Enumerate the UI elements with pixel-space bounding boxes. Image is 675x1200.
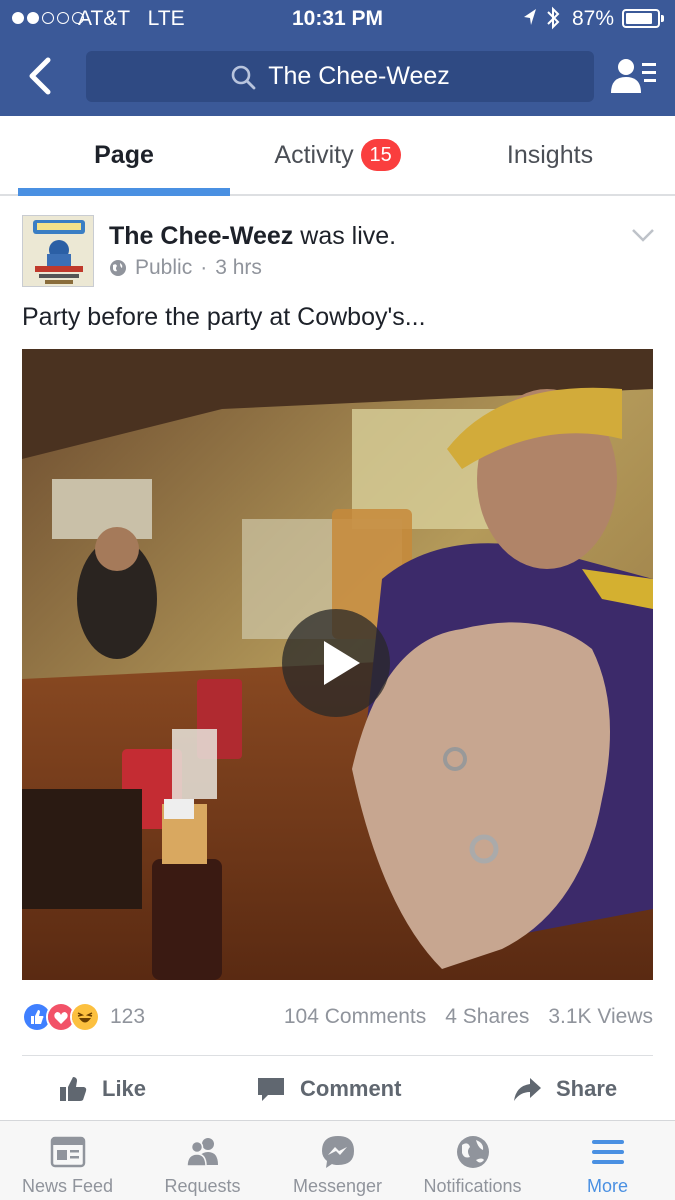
search-query: The Chee-Weez	[268, 62, 450, 90]
post-header: The Chee-Weez was live.	[109, 222, 396, 251]
comment-label: Comment	[300, 1076, 402, 1101]
battery-icon	[622, 9, 664, 28]
shares-count[interactable]: 4 Shares	[445, 1005, 529, 1029]
thumbs-up-icon	[60, 1077, 87, 1101]
nav-more[interactable]: More	[540, 1121, 675, 1200]
nav-notifications-label: Notifications	[423, 1176, 522, 1196]
play-icon	[324, 641, 360, 685]
comment-bubble-icon	[258, 1078, 284, 1101]
active-tab-indicator	[18, 188, 230, 196]
nav-notifications[interactable]: Notifications	[405, 1121, 540, 1200]
globe-icon	[456, 1136, 489, 1168]
tab-page[interactable]: Page	[18, 116, 230, 196]
haha-reaction-icon	[70, 1002, 100, 1032]
back-chevron-icon[interactable]	[20, 54, 60, 98]
comment-button[interactable]: Comment	[256, 1058, 401, 1120]
reactions-summary[interactable]: 123	[22, 1002, 145, 1032]
friends-icon	[185, 1138, 218, 1167]
status-bar: AT&T LTE 10:31 PM 87%	[0, 0, 675, 38]
page-tabs: Page Activity 15 Insights	[0, 116, 675, 196]
post-stats: 123 104 Comments 4 Shares 3.1K Views	[22, 1002, 653, 1036]
nav-news-feed[interactable]: News Feed	[0, 1121, 135, 1200]
tab-insights-label: Insights	[506, 140, 594, 169]
comments-count[interactable]: 104 Comments	[284, 1005, 426, 1029]
reactions-count: 123	[110, 1005, 146, 1028]
post-actions: Like Comment Share	[0, 1058, 675, 1120]
battery-percent: 87%	[572, 7, 615, 30]
like-button[interactable]: Like	[58, 1058, 146, 1120]
views-count: 3.1K Views	[548, 1005, 653, 1028]
post-author[interactable]: The Chee-Weez	[109, 222, 293, 250]
globe-icon	[110, 260, 126, 276]
bottom-tab-bar: News Feed Requests Messenger Notificatio…	[0, 1120, 675, 1200]
bluetooth-icon	[547, 6, 560, 30]
navigation-header: AT&T LTE 10:31 PM 87% The Chee-Weez	[0, 0, 675, 116]
tab-page-label: Page	[94, 140, 154, 169]
nav-more-label: More	[586, 1176, 628, 1196]
post-action: was live.	[300, 222, 397, 250]
actions-divider	[22, 1055, 653, 1056]
activity-badge: 15	[360, 139, 401, 171]
post-time[interactable]: 3 hrs	[215, 256, 262, 280]
like-label: Like	[102, 1076, 147, 1101]
tab-activity[interactable]: Activity 15	[230, 116, 445, 194]
share-button[interactable]: Share	[512, 1058, 617, 1120]
share-arrow-icon	[514, 1078, 541, 1101]
search-icon	[231, 65, 256, 89]
share-label: Share	[556, 1076, 618, 1101]
play-button[interactable]	[282, 609, 390, 717]
messenger-icon	[321, 1136, 354, 1168]
post-privacy: Public	[135, 256, 193, 279]
news-feed-icon	[50, 1136, 85, 1168]
chevron-down-icon[interactable]	[630, 226, 656, 244]
tab-insights[interactable]: Insights	[445, 116, 655, 194]
post-meta: Public · 3 hrs	[109, 256, 262, 280]
hamburger-menu-icon	[591, 1140, 624, 1164]
video-player[interactable]	[22, 349, 653, 980]
post-text: Party before the party at Cowboy's...	[22, 303, 426, 331]
search-bar[interactable]: The Chee-Weez	[86, 51, 594, 102]
nav-messenger-label: Messenger	[292, 1176, 383, 1196]
meta-separator: ·	[200, 256, 208, 279]
page-avatar[interactable]	[22, 215, 94, 287]
nav-requests-label: Requests	[164, 1176, 241, 1196]
engagement-stats: 104 Comments 4 Shares 3.1K Views	[284, 1005, 653, 1029]
profile-menu-icon[interactable]	[606, 55, 658, 97]
nav-news-feed-label: News Feed	[21, 1176, 114, 1196]
location-arrow-icon	[524, 9, 536, 25]
nav-messenger[interactable]: Messenger	[270, 1121, 405, 1200]
tab-activity-label: Activity	[274, 140, 354, 169]
nav-requests[interactable]: Requests	[135, 1121, 270, 1200]
